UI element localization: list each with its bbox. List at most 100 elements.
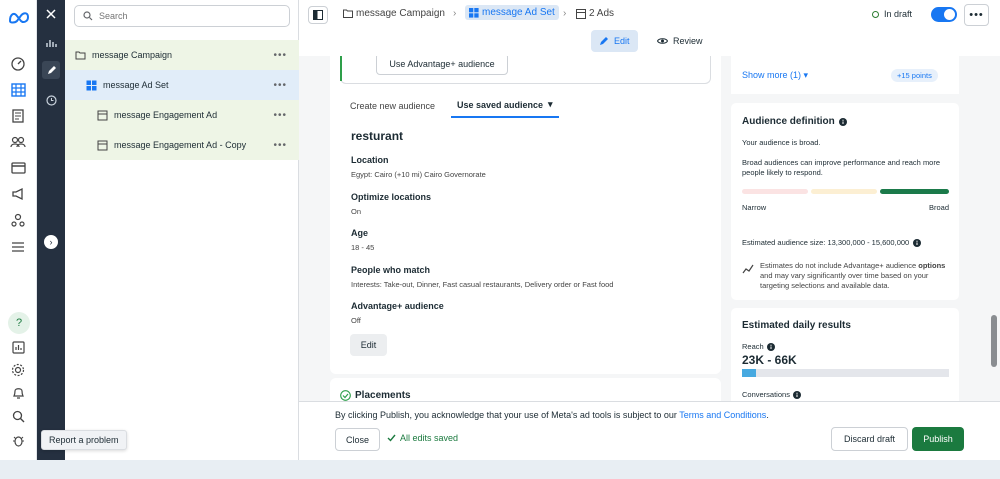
folder-icon <box>343 9 353 18</box>
terms-link[interactable]: Terms and Conditions <box>679 410 766 420</box>
search-icon <box>83 11 93 21</box>
ad-icon <box>576 8 586 19</box>
placements-card[interactable]: Placements <box>330 378 721 401</box>
saved-status: All edits saved <box>387 433 458 443</box>
adset-toggle[interactable] <box>931 7 957 22</box>
search-box[interactable] <box>74 5 290 27</box>
bar-chart-icon[interactable] <box>42 34 60 52</box>
tab-create-audience[interactable]: Create new audience <box>350 93 435 118</box>
billing-icon[interactable] <box>9 159 27 177</box>
audiences-icon[interactable] <box>9 133 27 151</box>
tree-item-label: message Engagement Ad - Copy <box>114 140 247 150</box>
location-label: Location <box>351 155 389 165</box>
tree-item-label: message Ad Set <box>103 80 169 90</box>
settings-gear-icon[interactable] <box>9 361 27 379</box>
age-label: Age <box>351 228 369 238</box>
tree-item-adset[interactable]: message Ad Set ••• <box>65 70 299 100</box>
left-nav-rail: ? <box>0 0 37 460</box>
close-icon[interactable] <box>42 5 60 23</box>
page-bottom-strip <box>0 460 1000 479</box>
tab-review[interactable]: Review <box>651 30 709 52</box>
info-icon[interactable] <box>838 117 847 126</box>
options-link[interactable]: options <box>918 261 945 270</box>
publish-button[interactable]: Publish <box>912 427 964 451</box>
reach-bar <box>742 369 949 377</box>
top-bar: message Campaign › message Ad Set › 2 Ad… <box>299 0 1000 30</box>
campaign-tools-strip: › <box>37 0 65 460</box>
tree-item-label: message Campaign <box>92 50 173 60</box>
discard-draft-button[interactable]: Discard draft <box>831 427 908 451</box>
grid-icon <box>469 7 479 18</box>
pencil-icon[interactable] <box>42 61 60 79</box>
meta-logo-icon[interactable] <box>8 10 30 24</box>
meter-mid-segment <box>811 189 877 194</box>
placements-title: Placements <box>355 390 411 401</box>
publish-footer: By clicking Publish, you acknowledge tha… <box>299 401 1000 460</box>
close-button[interactable]: Close <box>335 428 380 451</box>
location-value: Egypt: Cairo (+10 mi) Cairo Governorate <box>351 170 486 179</box>
terms-notice: By clicking Publish, you acknowledge tha… <box>335 410 769 420</box>
tree-item-ad[interactable]: message Engagement Ad - Copy ••• <box>65 130 299 160</box>
edit-audience-button[interactable]: Edit <box>350 334 387 356</box>
more-options-icon[interactable]: ••• <box>273 80 287 91</box>
tree-item-ad[interactable]: message Engagement Ad ••• <box>65 100 299 130</box>
chevron-down-icon: ▾ <box>803 70 809 80</box>
conversations-label: Conversations <box>742 390 801 399</box>
bell-icon[interactable] <box>9 384 27 402</box>
ad-icon <box>97 110 108 120</box>
draft-status-icon <box>872 10 879 18</box>
search-input[interactable] <box>99 11 279 21</box>
tab-saved-audience[interactable]: Use saved audience ▾ <box>451 93 559 118</box>
dashboard-icon[interactable] <box>9 55 27 73</box>
more-options-button[interactable]: ••• <box>964 4 989 26</box>
meter-labels: Narrow Broad <box>742 203 949 212</box>
reach-bar-fill <box>742 369 757 377</box>
more-options-icon[interactable]: ••• <box>273 50 287 61</box>
broad-text: Your audience is broad. <box>742 138 821 147</box>
audience-breadth-meter <box>742 189 949 194</box>
bug-icon[interactable] <box>9 431 27 449</box>
network-icon[interactable] <box>9 211 27 229</box>
info-icon[interactable] <box>913 238 922 247</box>
advantage-audience-label: Advantage+ audience <box>351 301 444 311</box>
scrollbar-thumb[interactable] <box>991 315 997 367</box>
advantage-indicator <box>340 56 342 81</box>
eye-icon <box>657 38 668 44</box>
info-icon[interactable] <box>792 390 801 399</box>
more-options-icon[interactable]: ••• <box>273 140 287 151</box>
history-icon[interactable] <box>42 91 60 109</box>
megaphone-icon[interactable] <box>9 185 27 203</box>
breadcrumb-separator: › <box>453 8 457 19</box>
points-badge: +15 points <box>891 69 938 82</box>
chevron-down-icon: ▾ <box>548 99 553 109</box>
advantage-panel: Use Advantage+ audience <box>340 56 711 84</box>
info-icon[interactable] <box>766 342 775 351</box>
breadcrumb-campaign[interactable]: message Campaign <box>343 8 445 19</box>
breadcrumb-adset[interactable]: message Ad Set <box>465 5 559 20</box>
chevron-right-icon[interactable]: › <box>44 235 58 249</box>
pages-icon[interactable] <box>9 107 27 125</box>
help-icon[interactable]: ? <box>8 312 30 334</box>
more-options-icon[interactable]: ••• <box>273 110 287 121</box>
tree-item-label: message Engagement Ad <box>114 110 218 120</box>
reach-label: Reach <box>742 342 775 351</box>
editor-content: Use Advantage+ audience Create new audie… <box>299 56 1000 401</box>
meter-narrow-segment <box>742 189 808 194</box>
audience-name: resturant <box>351 129 404 143</box>
trend-icon <box>742 264 754 274</box>
results-title: Estimated daily results <box>742 320 851 331</box>
panel-toggle-icon[interactable] <box>308 6 328 24</box>
tab-edit[interactable]: Edit <box>591 30 638 52</box>
breadcrumb-ads[interactable]: 2 Ads <box>576 8 614 19</box>
show-more-link[interactable]: Show more (1) ▾ <box>742 70 808 81</box>
audience-card: Use Advantage+ audience Create new audie… <box>330 56 721 374</box>
breadcrumb-separator: › <box>563 8 567 19</box>
reports-icon[interactable] <box>9 338 27 356</box>
table-icon[interactable] <box>9 81 27 99</box>
estimate-note: Estimates do not include Advantage+ audi… <box>760 261 946 290</box>
menu-icon[interactable] <box>9 238 27 256</box>
use-advantage-audience-button[interactable]: Use Advantage+ audience <box>376 56 508 75</box>
search-icon[interactable] <box>9 407 27 425</box>
tree-item-campaign[interactable]: message Campaign ••• <box>65 40 299 70</box>
campaign-tree-panel: message Campaign ••• message Ad Set ••• … <box>65 0 299 460</box>
